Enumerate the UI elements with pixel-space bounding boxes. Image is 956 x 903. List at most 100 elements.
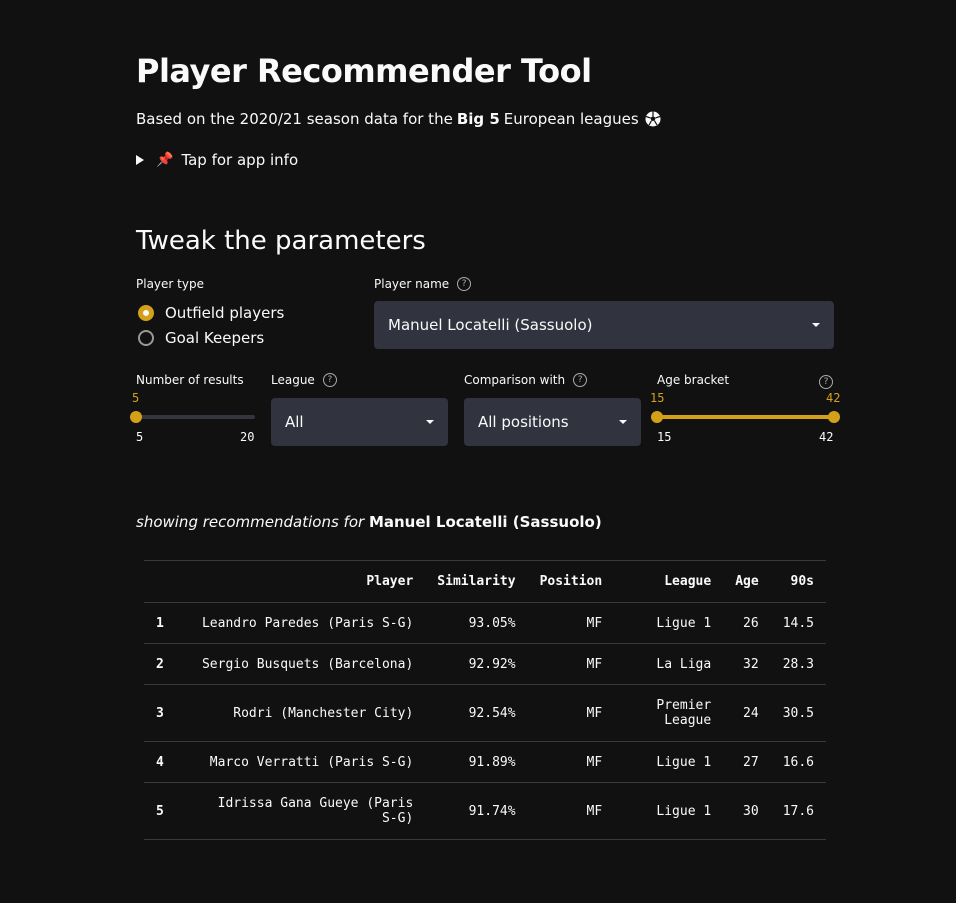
soccer-ball-icon: [645, 111, 661, 127]
comparison-label-text: Comparison with: [464, 373, 566, 387]
subtitle-text-end: European leagues: [503, 110, 639, 128]
page-subtitle: Based on the 2020/21 season data for the…: [136, 110, 661, 128]
num-results-max: 20: [240, 430, 255, 444]
expand-arrow-icon: [136, 155, 144, 165]
num-results-label: Number of results: [136, 373, 244, 387]
cell-league: Premier League: [614, 684, 724, 742]
pushpin-icon: 📌: [156, 152, 174, 168]
cell-similarity: 91.89%: [425, 741, 528, 783]
table-row: 3 Rodri (Manchester City) 92.54% MF Prem…: [144, 684, 826, 742]
row-index: 3: [144, 684, 186, 742]
recommendations-note: showing recommendations for Manuel Locat…: [136, 513, 602, 531]
league-label-text: League: [271, 373, 315, 387]
cell-player: Sergio Busquets (Barcelona): [185, 643, 426, 685]
player-name-label: Player name ?: [374, 277, 472, 291]
comparison-label: Comparison with ?: [464, 373, 588, 387]
cell-90s: 16.6: [770, 741, 826, 783]
cell-90s: 17.6: [770, 782, 826, 840]
help-icon[interactable]: ?: [322, 373, 337, 387]
player-name-select[interactable]: Manuel Locatelli (Sassuolo): [374, 301, 834, 349]
cell-90s: 30.5: [770, 684, 826, 742]
num-results-min: 5: [136, 430, 144, 444]
player-type-label-text: Player type: [136, 277, 204, 291]
cell-player: Leandro Paredes (Paris S-G): [185, 602, 426, 644]
radio-label: Goal Keepers: [165, 329, 265, 347]
help-icon[interactable]: ?: [819, 375, 833, 389]
comparison-select[interactable]: All positions: [464, 398, 641, 446]
cell-age: 24: [723, 684, 771, 742]
radio-outfield-players[interactable]: Outfield players: [138, 304, 284, 322]
cell-similarity: 93.05%: [425, 602, 528, 644]
cell-league: Ligue 1: [614, 741, 724, 783]
player-type-label: Player type: [136, 277, 204, 291]
num-results-current: 5: [132, 391, 140, 405]
cell-similarity: 92.92%: [425, 643, 528, 685]
cell-league: La Liga: [614, 643, 724, 685]
comparison-value: All positions: [478, 413, 569, 431]
row-index: 5: [144, 782, 186, 840]
cell-age: 26: [723, 602, 771, 644]
cell-league: Ligue 1: [614, 782, 724, 840]
cell-position: MF: [527, 602, 615, 644]
table-row: 5 Idrissa Gana Gueye (Paris S-G) 91.74% …: [144, 782, 826, 840]
col-90s-header[interactable]: 90s: [770, 560, 826, 603]
page-title: Player Recommender Tool: [136, 52, 592, 90]
app-info-expander[interactable]: 📌 Tap for app info: [136, 151, 298, 169]
age-max: 42: [819, 430, 834, 444]
note-text: showing recommendations for: [136, 513, 365, 531]
help-icon[interactable]: ?: [457, 277, 472, 291]
col-player-header[interactable]: Player: [185, 560, 426, 603]
cell-position: MF: [527, 643, 615, 685]
num-results-track[interactable]: [136, 415, 255, 419]
age-min: 15: [657, 430, 672, 444]
age-high-slider-thumb[interactable]: [828, 411, 840, 423]
cell-age: 27: [723, 741, 771, 783]
col-age-header[interactable]: Age: [723, 560, 771, 603]
results-table: Player Similarity Position League Age 90…: [144, 560, 826, 840]
col-similarity-header[interactable]: Similarity: [425, 560, 528, 603]
radio-unselected-icon: [138, 330, 154, 346]
table-row: 2 Sergio Busquets (Barcelona) 92.92% MF …: [144, 643, 826, 685]
cell-position: MF: [527, 741, 615, 783]
col-index-header: [144, 560, 186, 603]
cell-player: Idrissa Gana Gueye (Paris S-G): [185, 782, 426, 840]
note-player: Manuel Locatelli (Sassuolo): [368, 513, 602, 531]
age-bracket-label: Age bracket: [657, 373, 729, 387]
league-select[interactable]: All: [271, 398, 448, 446]
age-range-track[interactable]: [657, 415, 834, 419]
cell-position: MF: [527, 684, 615, 742]
radio-label: Outfield players: [165, 304, 285, 322]
expander-label: Tap for app info: [181, 151, 299, 169]
num-results-slider-thumb[interactable]: [130, 411, 142, 423]
subtitle-text: Based on the 2020/21 season data for the: [136, 110, 453, 128]
col-position-header[interactable]: Position: [527, 560, 615, 603]
age-high-current: 42: [826, 391, 841, 405]
row-index: 1: [144, 602, 186, 644]
cell-similarity: 91.74%: [425, 782, 528, 840]
league-value: All: [285, 413, 304, 431]
table-row: 1 Leandro Paredes (Paris S-G) 93.05% MF …: [144, 602, 826, 644]
help-icon[interactable]: ?: [573, 373, 588, 387]
league-label: League ?: [271, 373, 337, 387]
row-index: 4: [144, 741, 186, 783]
num-results-label-text: Number of results: [136, 373, 244, 387]
cell-age: 30: [723, 782, 771, 840]
radio-goal-keepers[interactable]: Goal Keepers: [138, 329, 264, 347]
cell-similarity: 92.54%: [425, 684, 528, 742]
cell-league: Ligue 1: [614, 602, 724, 644]
player-name-value: Manuel Locatelli (Sassuolo): [388, 316, 593, 334]
row-index: 2: [144, 643, 186, 685]
radio-selected-icon: [138, 305, 154, 321]
age-low-slider-thumb[interactable]: [651, 411, 663, 423]
cell-age: 32: [723, 643, 771, 685]
player-name-label-text: Player name: [374, 277, 450, 291]
table-header-row: Player Similarity Position League Age 90…: [144, 560, 826, 603]
col-league-header[interactable]: League: [614, 560, 724, 603]
age-bracket-label-text: Age bracket: [657, 373, 730, 387]
params-heading: Tweak the parameters: [136, 226, 426, 256]
chevron-down-icon: [426, 420, 434, 424]
cell-position: MF: [527, 782, 615, 840]
cell-90s: 28.3: [770, 643, 826, 685]
subtitle-bold: Big 5: [456, 110, 500, 128]
cell-player: Marco Verratti (Paris S-G): [185, 741, 426, 783]
